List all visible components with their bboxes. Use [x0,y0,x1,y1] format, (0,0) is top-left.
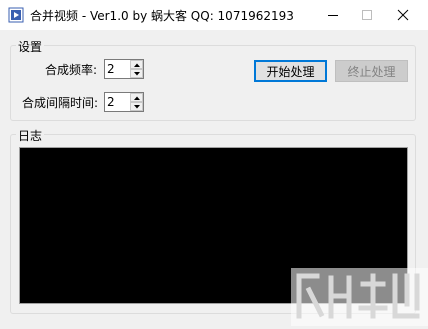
close-button[interactable] [386,0,420,30]
interval-label: 合成间隔时间: [22,96,99,110]
maximize-icon [362,10,372,20]
frequency-spin-up[interactable] [130,60,143,69]
close-icon [397,9,409,21]
app-icon [8,7,24,23]
settings-legend: 设置 [16,38,45,55]
interval-spinbox[interactable] [104,92,144,112]
main-window: 合并视频 - Ver1.0 by 蜗大客 QQ: 1071962193 设置 合… [0,0,428,326]
spin-down-icon [134,105,140,109]
start-processing-button[interactable]: 开始处理 [254,60,327,82]
minimize-button[interactable] [316,0,350,30]
spin-up-icon [134,63,140,67]
maximize-button[interactable] [350,0,384,30]
frequency-spinbox[interactable] [104,59,144,79]
spin-up-icon [134,96,140,100]
stop-processing-button[interactable]: 终止处理 [335,60,408,82]
log-legend: 日志 [16,127,45,144]
watermark-logo [291,268,428,326]
spin-down-icon [134,72,140,76]
interval-input[interactable] [105,93,133,111]
frequency-spin-down[interactable] [130,69,143,78]
interval-spin-up[interactable] [130,93,143,102]
window-title: 合并视频 - Ver1.0 by 蜗大客 QQ: 1071962193 [30,9,294,23]
interval-spin-down[interactable] [130,102,143,111]
frequency-label: 合成频率: [45,63,98,77]
title-bar[interactable]: 合并视频 - Ver1.0 by 蜗大客 QQ: 1071962193 [0,0,428,30]
frequency-input[interactable] [105,60,133,78]
minimize-icon [328,15,338,16]
